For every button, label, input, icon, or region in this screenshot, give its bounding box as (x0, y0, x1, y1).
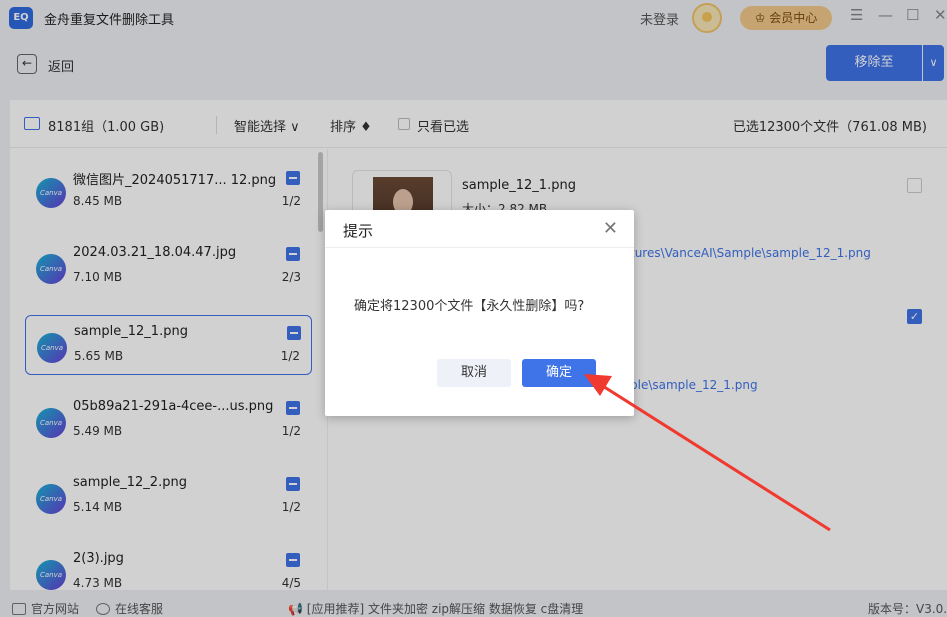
dialog-message: 确定将12300个文件【永久性删除】吗? (354, 299, 585, 314)
close-icon[interactable]: ✕ (603, 218, 618, 239)
cancel-button[interactable]: 取消 (437, 359, 511, 387)
confirm-dialog: 提示 ✕ 确定将12300个文件【永久性删除】吗? 取消 确定 (325, 210, 634, 416)
confirm-button[interactable]: 确定 (522, 359, 596, 387)
dialog-divider (325, 247, 634, 248)
dialog-title: 提示 (343, 222, 374, 240)
